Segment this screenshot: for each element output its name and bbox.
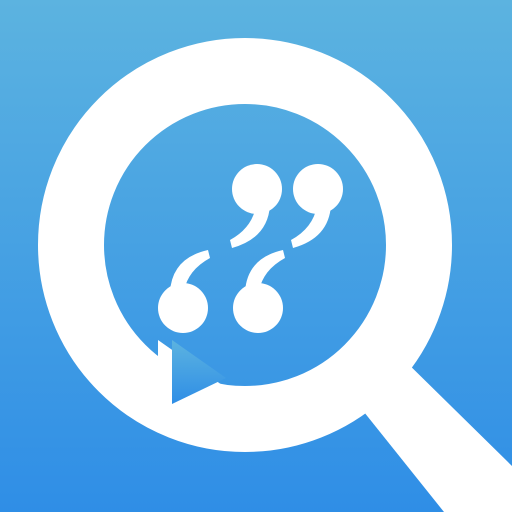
- app-icon-graphic: [0, 0, 512, 512]
- app-icon: [0, 0, 512, 512]
